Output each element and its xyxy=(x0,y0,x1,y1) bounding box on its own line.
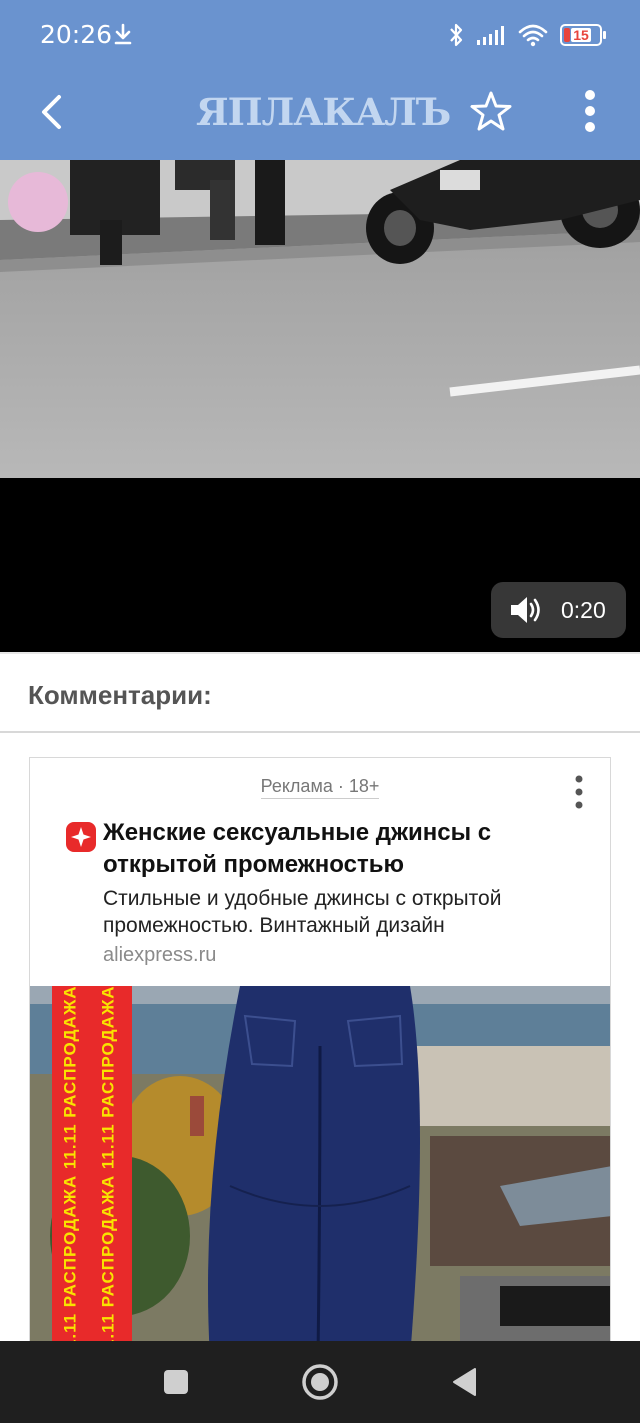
back-triangle-icon xyxy=(453,1368,476,1396)
signal-icon xyxy=(477,26,504,45)
comments-section-header: Комментарии: xyxy=(0,652,640,733)
app-bar: ЯПЛАКАЛЪ xyxy=(0,70,640,160)
more-options-button[interactable] xyxy=(568,86,612,136)
ad-label: Реклама · 18+ xyxy=(30,776,610,799)
ad-label-text: Реклама · 18+ xyxy=(260,776,380,799)
battery-icon: 15 xyxy=(560,24,606,46)
volume-icon xyxy=(511,597,540,623)
download-icon xyxy=(114,23,132,45)
wifi-icon xyxy=(518,24,548,47)
comments-title: Комментарии: xyxy=(28,680,212,710)
system-nav-bar xyxy=(0,1341,640,1423)
home-button[interactable] xyxy=(297,1359,343,1405)
ad-description: Стильные и удобные джинсы с открытой про… xyxy=(103,887,502,937)
more-vertical-icon xyxy=(585,90,595,132)
promo-text-1: 11.11 РАСПРОДАЖА 11.11 РАСПРОДАЖА xyxy=(61,986,80,1357)
star-icon xyxy=(470,91,512,131)
back-arrow-icon xyxy=(42,95,61,129)
recents-button[interactable] xyxy=(153,1359,199,1405)
status-time: 20:26 xyxy=(40,20,113,49)
favorite-button[interactable] xyxy=(468,88,514,134)
promo-text-2: 11.11 РАСПРОДАЖА 11.11 РАСПРОДАЖА xyxy=(99,986,118,1357)
video-player[interactable]: 0:20 xyxy=(0,160,640,652)
recents-square-icon xyxy=(164,1370,188,1394)
ad-domain[interactable]: aliexpress.ru xyxy=(103,944,216,967)
site-logo[interactable]: ЯПЛАКАЛЪ xyxy=(196,90,451,134)
home-circle-icon xyxy=(302,1364,338,1400)
system-back-button[interactable] xyxy=(441,1359,487,1405)
more-vertical-icon xyxy=(575,775,583,809)
ad-title[interactable]: Женские сексуальные джинсы с открытой пр… xyxy=(103,817,573,881)
screen: 20:26 15 ЯПЛАКАЛЪ 0:20 Комментарии: Рекл… xyxy=(0,0,640,1423)
ad-more-button[interactable] xyxy=(564,772,594,812)
status-icons: 15 xyxy=(448,20,606,50)
promo-banner: 11.11 РАСПРОДАЖА 11.11 РАСПРОДАЖА 11.11 … xyxy=(52,986,132,1357)
status-bar: 20:26 15 xyxy=(0,0,640,70)
video-frame xyxy=(0,160,640,478)
back-button[interactable] xyxy=(28,88,76,136)
aliexpress-logo-icon xyxy=(66,822,96,852)
ad-image[interactable]: 11.11 РАСПРОДАЖА 11.11 РАСПРОДАЖА 11.11 … xyxy=(30,986,610,1357)
ad-card[interactable]: Реклама · 18+ Женские сексуальные джинсы… xyxy=(29,757,611,1357)
sound-toggle[interactable]: 0:20 xyxy=(491,582,626,638)
video-duration: 0:20 xyxy=(561,596,606,623)
battery-level: 15 xyxy=(571,27,591,43)
bluetooth-icon xyxy=(450,23,463,47)
